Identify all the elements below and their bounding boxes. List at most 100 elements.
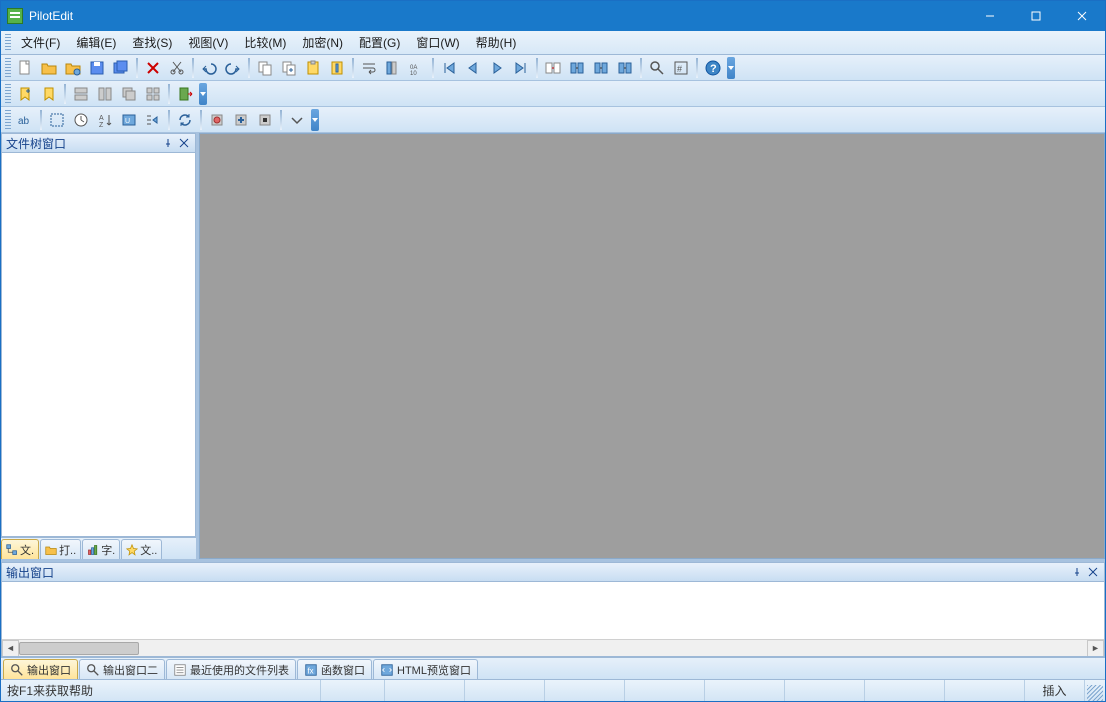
menubar-grip[interactable]	[5, 34, 11, 52]
close-panel-icon[interactable]	[177, 136, 191, 150]
goto-button[interactable]: #	[670, 57, 692, 79]
merge-left-button[interactable]	[566, 57, 588, 79]
open-ftp-button[interactable]	[62, 57, 84, 79]
file-tree-body[interactable]	[1, 153, 196, 537]
last-icon	[513, 60, 529, 76]
exit-button[interactable]	[174, 83, 196, 105]
next-button[interactable]	[486, 57, 508, 79]
first-button[interactable]	[438, 57, 460, 79]
next-icon	[489, 60, 505, 76]
paste-button[interactable]	[302, 57, 324, 79]
minimize-button[interactable]	[967, 1, 1013, 31]
menu-help[interactable]: 帮助(H)	[468, 32, 525, 53]
column-mode-icon	[385, 60, 401, 76]
toolbar-grip[interactable]	[5, 110, 11, 130]
redo-button[interactable]	[222, 57, 244, 79]
resize-grip-icon[interactable]	[1087, 685, 1103, 701]
bookmark-list-button[interactable]	[38, 83, 60, 105]
save-all-button[interactable]	[110, 57, 132, 79]
output-scrollbar[interactable]: ◄ ►	[2, 639, 1104, 656]
menu-edit[interactable]: 编辑(E)	[68, 32, 124, 53]
date-button[interactable]	[70, 109, 92, 131]
save-button[interactable]	[86, 57, 108, 79]
menu-config[interactable]: 配置(G)	[351, 32, 408, 53]
indent-button[interactable]	[142, 109, 164, 131]
menu-search[interactable]: 查找(S)	[124, 32, 180, 53]
menu-view[interactable]: 视图(V)	[180, 32, 236, 53]
menu-file[interactable]: 文件(F)	[13, 32, 68, 53]
window-tile-v-button[interactable]	[94, 83, 116, 105]
output-body[interactable]: ◄ ►	[1, 582, 1105, 657]
paste-column-button[interactable]	[326, 57, 348, 79]
output-tab[interactable]: fx函数窗口	[297, 659, 372, 679]
encoding-icon: U	[121, 112, 137, 128]
new-file-button[interactable]	[14, 57, 36, 79]
output-tab[interactable]: HTML预览窗口	[373, 659, 478, 679]
delete-button[interactable]	[142, 57, 164, 79]
last-button[interactable]	[510, 57, 532, 79]
macro-play-button[interactable]	[230, 109, 252, 131]
output-tab[interactable]: 输出窗口二	[79, 659, 165, 679]
open-file-button[interactable]	[38, 57, 60, 79]
output-tab[interactable]: 输出窗口	[3, 659, 78, 679]
column-mode-button[interactable]	[382, 57, 404, 79]
window-arrange-button[interactable]	[142, 83, 164, 105]
editor-area[interactable]	[199, 133, 1105, 559]
word-wrap-button[interactable]	[358, 57, 380, 79]
menu-encrypt[interactable]: 加密(N)	[294, 32, 351, 53]
find-icon	[10, 663, 24, 677]
undo-button[interactable]	[198, 57, 220, 79]
collapse-button[interactable]	[286, 109, 308, 131]
merge-button[interactable]	[614, 57, 636, 79]
toolbar-overflow[interactable]	[199, 83, 207, 105]
macro-stop-button[interactable]	[254, 109, 276, 131]
pin-icon[interactable]	[161, 136, 175, 150]
hex-button[interactable]: 0A10	[406, 57, 428, 79]
refresh-button[interactable]	[174, 109, 196, 131]
copy-append-button[interactable]	[278, 57, 300, 79]
merge-right-button[interactable]	[590, 57, 612, 79]
output-tab-label: 输出窗口二	[103, 662, 158, 678]
menu-compare[interactable]: 比较(M)	[236, 32, 294, 53]
string-tools-button[interactable]: ab	[14, 109, 36, 131]
toolbar-grip[interactable]	[5, 84, 11, 104]
left-tab-star[interactable]: 文..	[121, 539, 162, 559]
scroll-left-icon[interactable]: ◄	[2, 640, 19, 657]
status-cell	[705, 680, 785, 701]
toolbar-grip[interactable]	[5, 58, 11, 78]
compare-button[interactable]	[542, 57, 564, 79]
window-cascade-button[interactable]	[118, 83, 140, 105]
scroll-right-icon[interactable]: ►	[1087, 640, 1104, 657]
output-tab[interactable]: 最近使用的文件列表	[166, 659, 296, 679]
encoding-button[interactable]: U	[118, 109, 140, 131]
window-tile-h-button[interactable]	[70, 83, 92, 105]
sort-button[interactable]: AZ	[94, 109, 116, 131]
pin-icon[interactable]	[1070, 565, 1084, 579]
cut-button[interactable]	[166, 57, 188, 79]
copy-button[interactable]	[254, 57, 276, 79]
menu-window[interactable]: 窗口(W)	[408, 32, 467, 53]
maximize-button[interactable]	[1013, 1, 1059, 31]
svg-text:Z: Z	[99, 122, 104, 128]
help-button[interactable]: ?	[702, 57, 724, 79]
left-tab-chart[interactable]: 字.	[82, 539, 120, 559]
delete-icon	[145, 60, 161, 76]
scroll-thumb[interactable]	[19, 642, 139, 655]
hex-icon: 0A10	[409, 60, 425, 76]
cut-icon	[169, 60, 185, 76]
close-button[interactable]	[1059, 1, 1105, 31]
statusbar: 按F1来获取帮助 插入	[1, 679, 1105, 701]
output-tab-label: 输出窗口	[27, 662, 71, 678]
close-panel-icon[interactable]	[1086, 565, 1100, 579]
prev-button[interactable]	[462, 57, 484, 79]
toolbar-overflow[interactable]	[311, 109, 319, 131]
macro-rec-button[interactable]	[206, 109, 228, 131]
select-all-button[interactable]	[46, 109, 68, 131]
left-tab-tree[interactable]: 文.	[1, 539, 39, 559]
left-tab-folder[interactable]: 打..	[40, 539, 81, 559]
bookmark-add-button[interactable]	[14, 83, 36, 105]
word-wrap-icon	[361, 60, 377, 76]
toolbar-overflow[interactable]	[727, 57, 735, 79]
find-button[interactable]	[646, 57, 668, 79]
window-tile-v-icon	[97, 86, 113, 102]
